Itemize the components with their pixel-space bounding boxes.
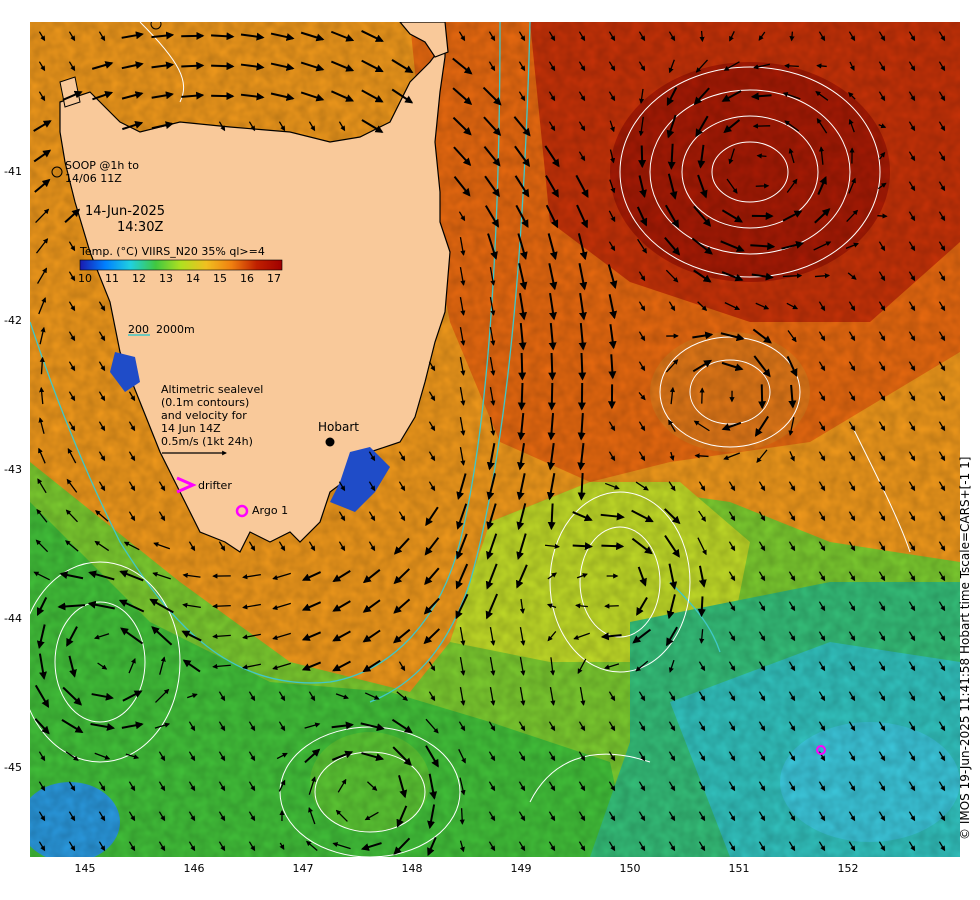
velocity-arrow [604, 603, 619, 609]
velocity-arrow [877, 213, 888, 219]
map-date: 14-Jun-2025 [85, 204, 166, 219]
velocity-arrow [667, 143, 676, 170]
velocity-arrow [750, 242, 776, 251]
lon-tick-147: 147 [292, 862, 314, 875]
lon-tick-152: 152 [837, 862, 859, 875]
velocity-arrow [459, 808, 465, 825]
velocity-arrow [181, 61, 205, 70]
velocity-arrow [212, 603, 231, 609]
velocity-arrow [572, 542, 593, 551]
altimetry-note: Altimetric sealevel (0.1m contours) and … [161, 383, 264, 448]
map-time: 14:30Z [117, 220, 164, 235]
velocity-arrow [758, 384, 767, 410]
velocity-arrow [789, 31, 795, 42]
drifter-label: drifter [198, 479, 232, 492]
velocity-arrow [755, 183, 770, 189]
lat-tick-41: -41 [4, 165, 22, 178]
velocity-arrow [211, 32, 235, 41]
colorbar-tick: 14 [186, 272, 200, 285]
velocity-arrow [638, 145, 647, 169]
velocity-arrow [518, 352, 527, 381]
city-label: Hobart [318, 420, 359, 434]
sst-map: SOOP @1h to 14/06 11Z 14-Jun-2025 14:30Z… [19, 18, 960, 862]
lon-tick-145: 145 [74, 862, 96, 875]
lat-tick-42: -42 [4, 314, 22, 327]
velocity-arrow [601, 542, 625, 551]
velocity-arrow [782, 273, 803, 279]
colorbar-tick: 10 [78, 272, 92, 285]
velocity-arrow [577, 472, 586, 501]
colorbar-title: Temp. (°C) VIIRS_N20 35% ql>=4 [80, 245, 265, 258]
velocity-arrow [547, 382, 556, 411]
colorbar-tick: 15 [213, 272, 227, 285]
lat-tick-43: -43 [4, 463, 22, 476]
lat-tick-45: -45 [4, 761, 22, 774]
velocity-arrow [547, 503, 556, 531]
credit-text: © IMOS 19-Jun-2025 11:41:58 Hobart time … [958, 456, 972, 840]
lon-tick-150: 150 [619, 862, 641, 875]
lon-tick-146: 146 [183, 862, 205, 875]
velocity-arrow [578, 352, 587, 381]
velocity-arrow [181, 31, 205, 40]
lon-tick-148: 148 [401, 862, 423, 875]
velocity-arrow [697, 596, 706, 618]
colorbar-tick: 12 [132, 272, 146, 285]
velocity-arrow [756, 153, 767, 159]
argo-label: Argo 1 [252, 504, 289, 517]
colorbar-tick: 13 [159, 272, 173, 285]
lon-tick-149: 149 [510, 862, 532, 875]
colorbar-tick: 16 [240, 272, 254, 285]
velocity-arrow [548, 352, 557, 381]
velocity-arrow [211, 62, 235, 71]
isobath-label: 200 2000m [128, 323, 195, 336]
lon-tick-151: 151 [728, 862, 750, 875]
velocity-arrow [816, 63, 827, 69]
velocity-arrow [784, 63, 799, 69]
hobart-marker [325, 437, 335, 447]
velocity-arrow [699, 30, 705, 43]
lat-tick-44: -44 [4, 612, 22, 625]
colorbar-tick: 17 [267, 272, 281, 285]
colorbar-tick: 11 [105, 272, 119, 285]
soop-label: SOOP @1h to 14/06 11Z [65, 159, 139, 185]
velocity-arrow [517, 382, 526, 411]
velocity-arrow [694, 453, 709, 459]
